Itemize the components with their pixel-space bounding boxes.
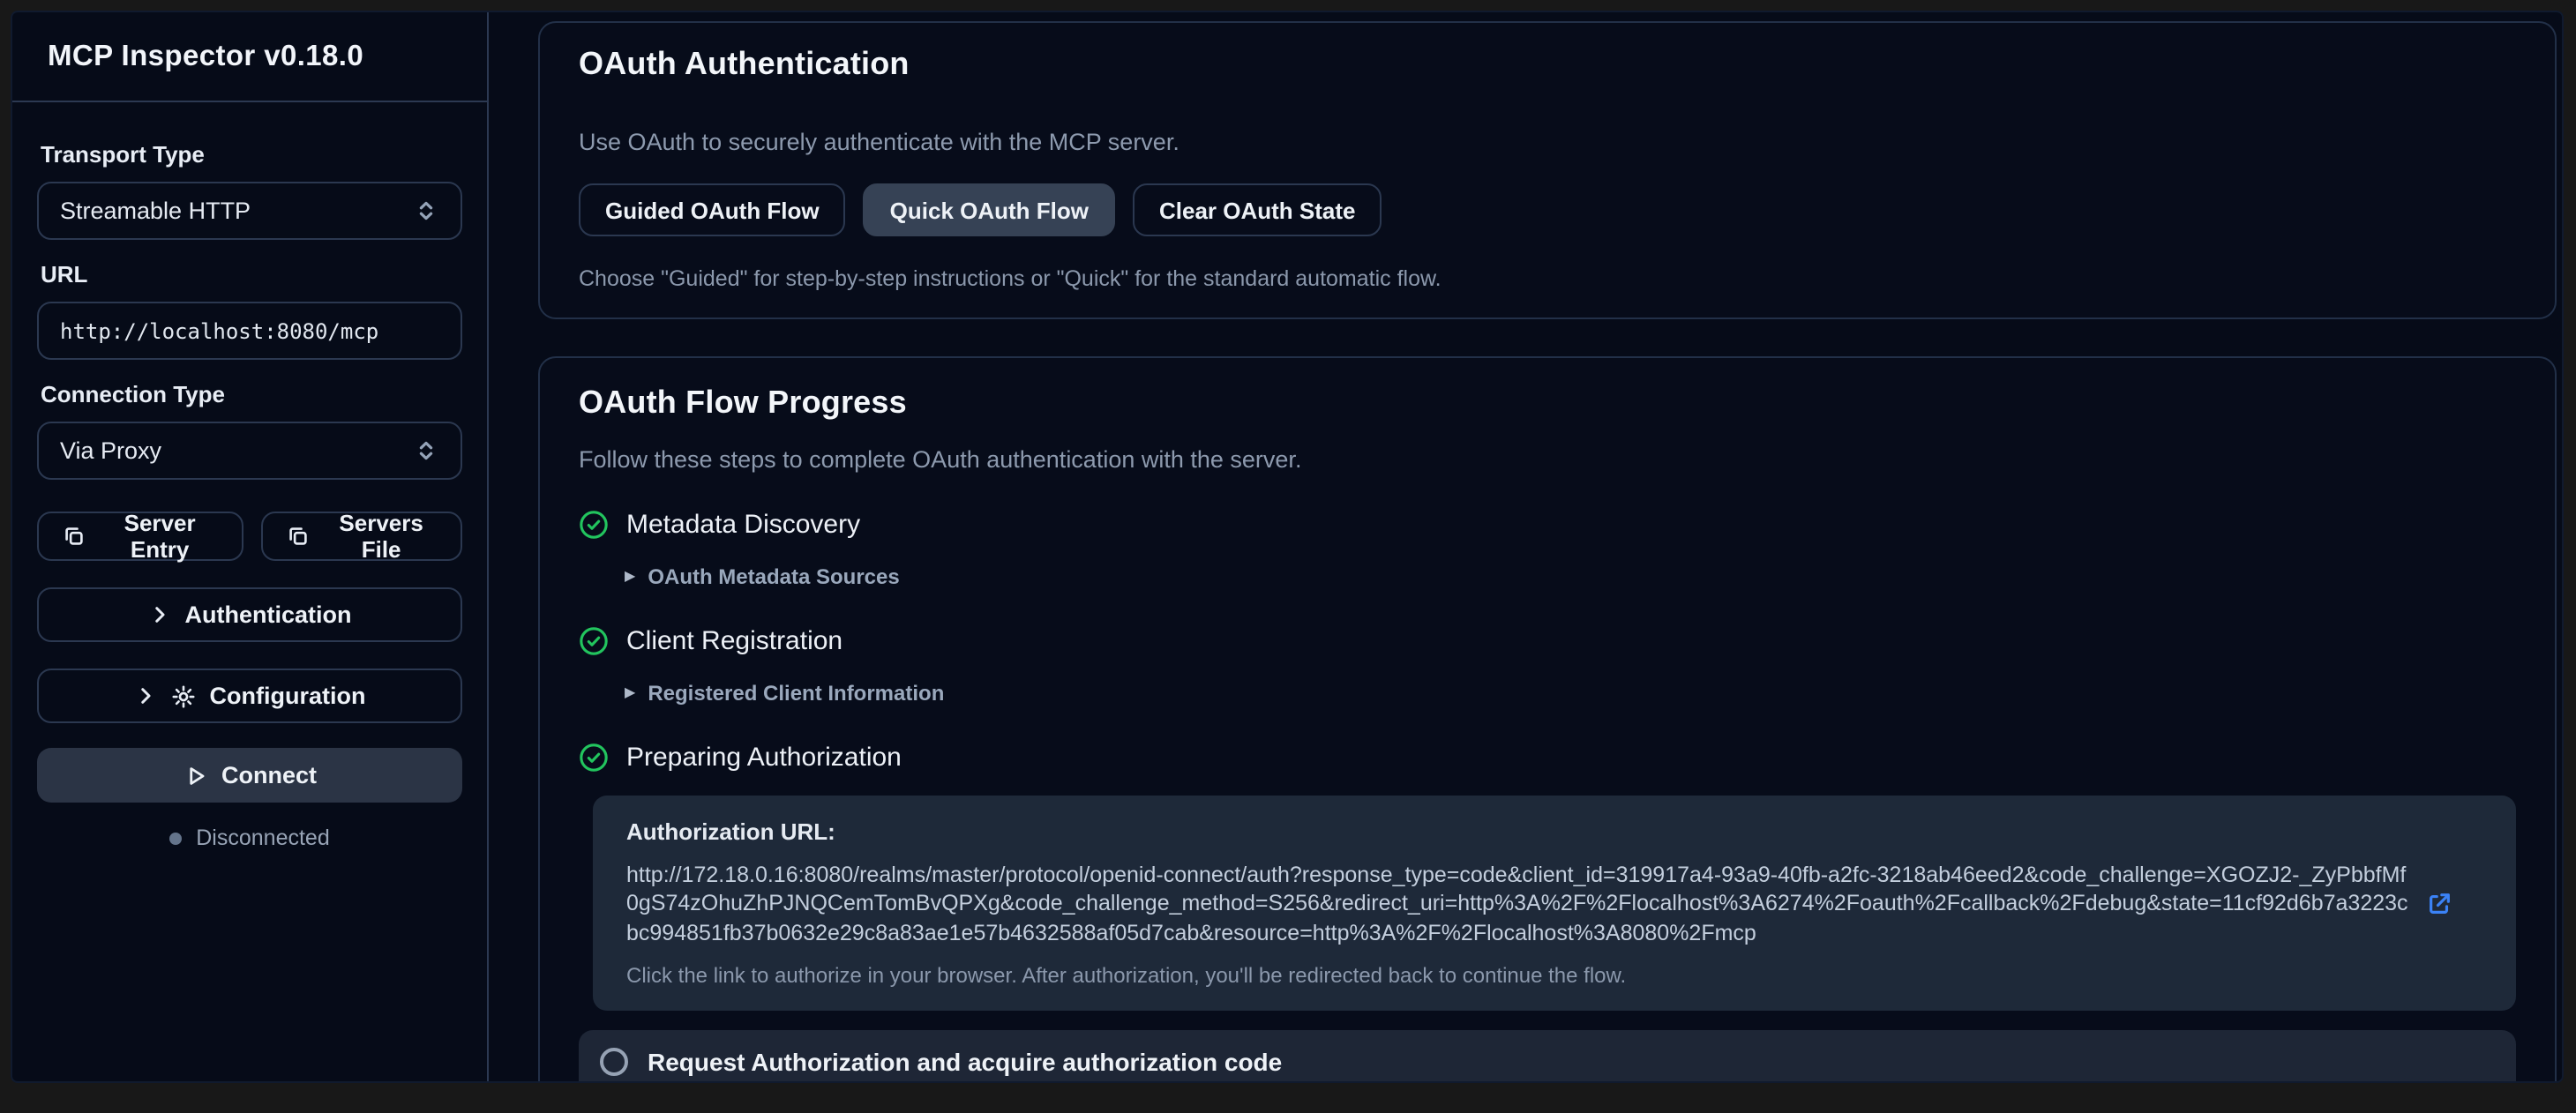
- authorization-url-link[interactable]: http://172.18.0.16:8080/realms/master/pr…: [626, 861, 2408, 947]
- transport-type-select[interactable]: Streamable HTTP: [37, 182, 462, 240]
- entry-buttons-row: Server Entry Servers File: [37, 512, 462, 561]
- step-metadata-discovery: Metadata Discovery: [579, 510, 2516, 540]
- clear-oauth-state-button[interactable]: Clear OAuth State: [1133, 183, 1382, 236]
- connect-button[interactable]: Connect: [37, 748, 462, 803]
- connection-type-value: Via Proxy: [60, 437, 161, 464]
- pending-circle-icon: [600, 1049, 628, 1077]
- chevron-right-icon: [134, 684, 157, 707]
- url-input[interactable]: http://localhost:8080/mcp: [37, 302, 462, 360]
- connection-type-label: Connection Type: [41, 381, 459, 407]
- copy-icon: [286, 524, 311, 549]
- gear-icon: [171, 683, 196, 708]
- servers-file-button[interactable]: Servers File: [261, 512, 462, 561]
- external-link-icon[interactable]: [2426, 891, 2452, 917]
- app-window: MCP Inspector v0.18.0 Transport Type Str…: [0, 0, 2576, 1113]
- main-content: OAuth Authentication Use OAuth to secure…: [489, 12, 2562, 1081]
- authentication-button[interactable]: Authentication: [37, 587, 462, 642]
- status-text: Disconnected: [196, 825, 330, 850]
- registered-client-information-toggle[interactable]: ▶ Registered Client Information: [625, 681, 2516, 706]
- step-title: Client Registration: [626, 626, 842, 656]
- chevron-right-icon: [148, 603, 171, 626]
- check-circle-icon: [579, 510, 609, 540]
- step-preparing-authorization: Preparing Authorization: [579, 743, 2516, 773]
- guided-oauth-flow-button[interactable]: Guided OAuth Flow: [579, 183, 846, 236]
- transport-type-label: Transport Type: [41, 141, 459, 168]
- step-client-registration: Client Registration: [579, 626, 2516, 656]
- triangle-right-icon: ▶: [625, 570, 635, 584]
- mcp-inspector-frame: MCP Inspector v0.18.0 Transport Type Str…: [11, 11, 2564, 1083]
- step-request-authorization[interactable]: Request Authorization and acquire author…: [579, 1030, 2516, 1082]
- oauth-authentication-card: OAuth Authentication Use OAuth to secure…: [538, 21, 2557, 319]
- configuration-label: Configuration: [210, 683, 366, 709]
- app-title: MCP Inspector v0.18.0: [48, 40, 363, 73]
- oauth-flow-progress-card: OAuth Flow Progress Follow these steps t…: [538, 356, 2557, 1081]
- select-updown-icon: [413, 198, 439, 224]
- authorization-url-panel: Authorization URL: http://172.18.0.16:80…: [593, 796, 2516, 1011]
- check-circle-icon: [579, 626, 609, 656]
- transport-type-value: Streamable HTTP: [60, 198, 251, 224]
- summary-label: OAuth Metadata Sources: [648, 564, 899, 589]
- step-title: Request Authorization and acquire author…: [648, 1049, 1282, 1077]
- connect-label: Connect: [221, 762, 317, 788]
- status-dot: [169, 832, 182, 844]
- authentication-label: Authentication: [185, 601, 352, 628]
- sidebar-body: Transport Type Streamable HTTP URL http:…: [12, 102, 487, 871]
- configuration-button[interactable]: Configuration: [37, 669, 462, 723]
- step-title: Preparing Authorization: [626, 743, 902, 773]
- oauth-metadata-sources-toggle[interactable]: ▶ OAuth Metadata Sources: [625, 564, 2516, 589]
- step-title: Metadata Discovery: [626, 510, 860, 540]
- oauth-buttons-row: Guided OAuth Flow Quick OAuth Flow Clear…: [579, 183, 2516, 236]
- oauth-authentication-description: Use OAuth to securely authenticate with …: [579, 129, 2516, 155]
- oauth-flow-progress-description: Follow these steps to complete OAuth aut…: [579, 446, 2516, 473]
- oauth-helper-text: Choose "Guided" for step-by-step instruc…: [579, 266, 2516, 291]
- server-entry-button[interactable]: Server Entry: [37, 512, 243, 561]
- connection-type-select[interactable]: Via Proxy: [37, 422, 462, 480]
- oauth-authentication-title: OAuth Authentication: [579, 46, 2516, 83]
- servers-file-label: Servers File: [325, 510, 438, 563]
- url-label: URL: [41, 261, 459, 288]
- triangle-right-icon: ▶: [625, 686, 635, 700]
- summary-label: Registered Client Information: [648, 681, 944, 706]
- sidebar: MCP Inspector v0.18.0 Transport Type Str…: [12, 12, 489, 1081]
- play-icon: [183, 763, 207, 788]
- authorization-url-helper: Click the link to authorize in your brow…: [626, 963, 2482, 988]
- connection-status: Disconnected: [37, 825, 462, 850]
- authorization-url-row: http://172.18.0.16:8080/realms/master/pr…: [626, 861, 2482, 947]
- authorization-url-label: Authorization URL:: [626, 818, 2482, 845]
- server-entry-label: Server Entry: [101, 510, 219, 563]
- check-circle-icon: [579, 743, 609, 773]
- oauth-flow-progress-title: OAuth Flow Progress: [579, 385, 2516, 422]
- copy-icon: [62, 524, 86, 549]
- sidebar-header: MCP Inspector v0.18.0: [12, 12, 487, 102]
- select-updown-icon: [413, 437, 439, 464]
- quick-oauth-flow-button[interactable]: Quick OAuth Flow: [864, 183, 1115, 236]
